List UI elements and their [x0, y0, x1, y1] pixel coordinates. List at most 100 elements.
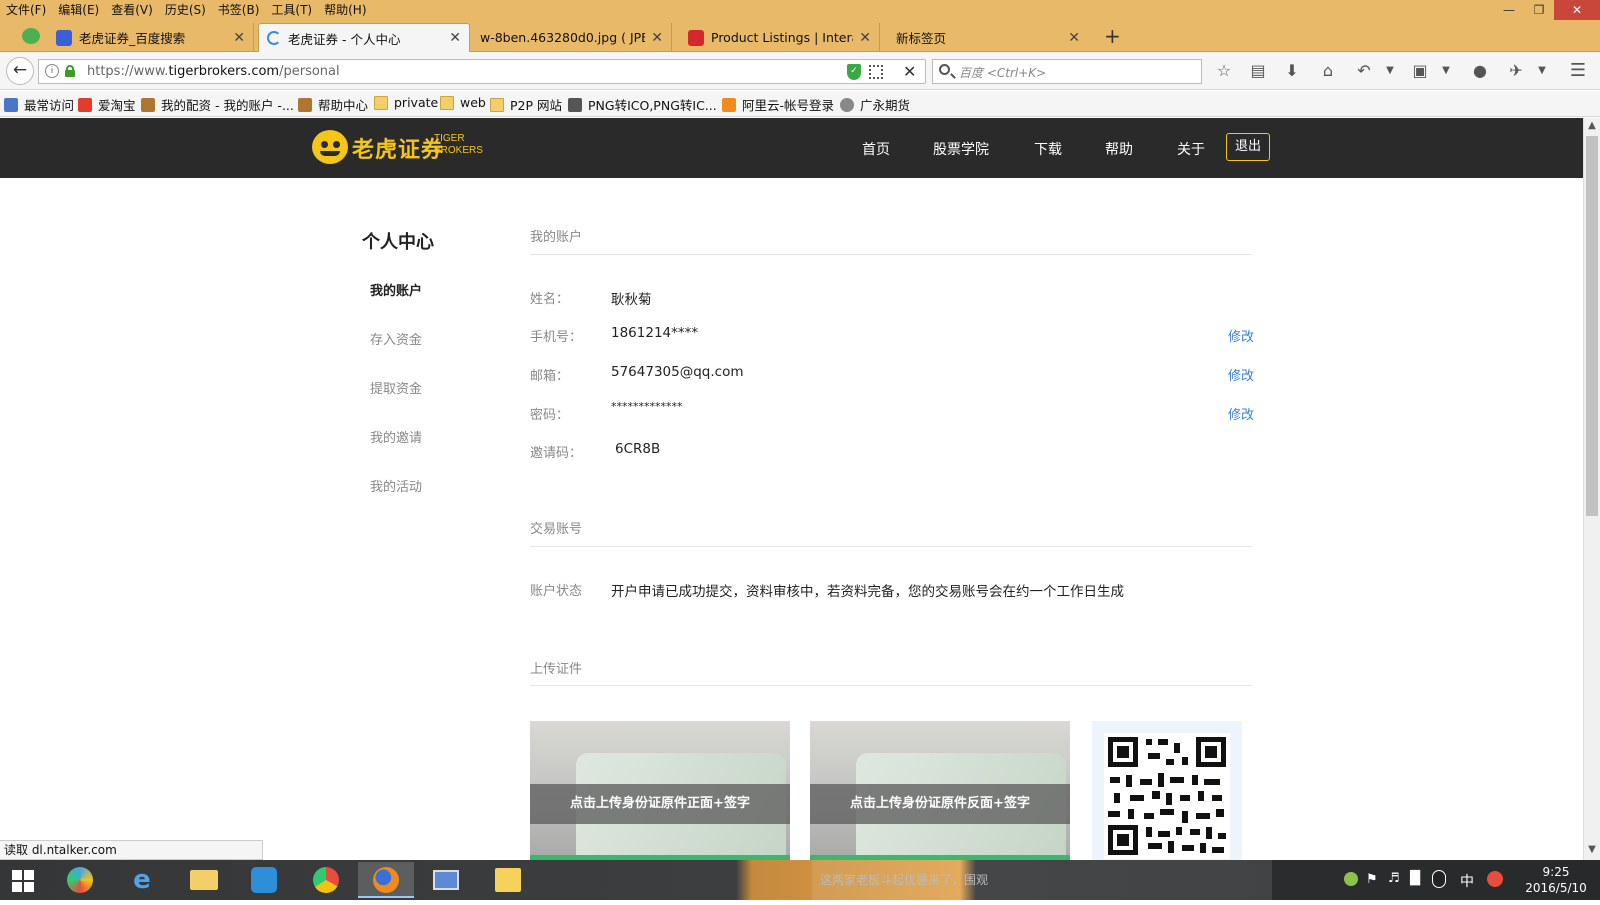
back-arrow-icon[interactable]: ←: [6, 57, 34, 85]
windows-start-icon[interactable]: [12, 870, 34, 892]
hamburger-menu-icon[interactable]: ☰: [1568, 61, 1588, 81]
bookmark-help-center[interactable]: 帮助中心: [298, 95, 368, 114]
crop-icon[interactable]: ▣: [1410, 61, 1430, 81]
tab-product-listings[interactable]: Product Listings | Intera… ✕: [680, 23, 880, 52]
tab-baidu-search[interactable]: 老虎证券_百度搜索 ✕: [48, 23, 254, 52]
close-window-icon[interactable]: ✕: [1554, 0, 1600, 20]
tray-news-ticker[interactable]: 这两家老板斗起优惠来了，围观: [812, 860, 1272, 900]
menu-tools[interactable]: 工具(T): [265, 0, 318, 20]
tab-w8ben-image[interactable]: w-8ben.463280d0.jpg ( JPE… ✕: [472, 23, 672, 52]
nav-home[interactable]: 首页: [862, 139, 890, 159]
sidebar-title: 个人中心: [362, 232, 434, 253]
bookmark-folder-private[interactable]: private: [374, 95, 438, 110]
minimize-icon[interactable]: —: [1494, 0, 1524, 20]
download-icon[interactable]: ⬇: [1282, 61, 1302, 81]
qr-code-icon[interactable]: [869, 65, 883, 79]
close-tab-icon[interactable]: ✕: [449, 30, 461, 46]
url-text[interactable]: https://www.tigerbrokers.com/personal: [87, 64, 340, 79]
file-explorer-icon[interactable]: [176, 862, 232, 898]
logo-text[interactable]: 老虎证券: [352, 132, 444, 164]
info-icon[interactable]: i: [45, 64, 59, 78]
bookmark-folder-p2p[interactable]: P2P 网站: [490, 95, 562, 114]
field-value-phone: 1861214****: [611, 325, 699, 341]
sidebar-item-invitations[interactable]: 我的邀请: [370, 427, 422, 446]
extension-icon[interactable]: ✈: [1506, 61, 1526, 81]
undo-icon[interactable]: ↶: [1354, 61, 1374, 81]
bookmark-peizi[interactable]: 我的配资 - 我的账户 -...: [141, 95, 294, 114]
menu-view[interactable]: 查看(V): [105, 0, 159, 20]
scrollbar-thumb[interactable]: [1586, 136, 1598, 516]
menu-help[interactable]: 帮助(H): [318, 0, 372, 20]
close-tab-icon[interactable]: ✕: [1068, 30, 1080, 46]
nav-help[interactable]: 帮助: [1105, 139, 1133, 159]
nav-about[interactable]: 关于: [1177, 139, 1205, 159]
menu-history[interactable]: 历史(S): [159, 0, 212, 20]
chat-icon[interactable]: ●: [1470, 61, 1490, 81]
bookmark-folder-web[interactable]: web: [440, 95, 486, 110]
firefox-icon[interactable]: [358, 862, 414, 898]
url-bar[interactable]: i https://www.tigerbrokers.com/personal …: [38, 59, 926, 84]
sidebar-item-activities[interactable]: 我的活动: [370, 476, 422, 495]
new-tab-plus-icon[interactable]: +: [1104, 24, 1121, 48]
notes-app-icon[interactable]: [480, 862, 536, 898]
edit-email-link[interactable]: 修改: [1228, 365, 1254, 384]
chrome-icon[interactable]: [298, 862, 354, 898]
sidebar-item-my-account[interactable]: 我的账户: [370, 280, 422, 299]
upload-id-back[interactable]: 点击上传身份证原件反面+签字: [810, 721, 1070, 860]
pinwheel-app-icon[interactable]: [52, 862, 108, 898]
scroll-down-icon[interactable]: ▼: [1584, 844, 1600, 855]
close-tab-icon[interactable]: ✕: [859, 30, 871, 46]
chevron-down-icon[interactable]: ▼: [1532, 61, 1552, 81]
tray-plus-icon[interactable]: [1344, 872, 1358, 886]
bookmark-most-visited[interactable]: 最常访问: [4, 95, 74, 114]
tab-new-tab[interactable]: 新标签页 ✕: [888, 23, 1088, 52]
menu-bookmarks[interactable]: 书签(B): [212, 0, 266, 20]
chevron-down-icon[interactable]: ▼: [1436, 61, 1456, 81]
flag-icon[interactable]: ⚑: [1366, 872, 1378, 887]
edit-phone-link[interactable]: 修改: [1228, 326, 1254, 345]
home-icon[interactable]: ⌂: [1318, 61, 1338, 81]
menu-edit[interactable]: 编辑(E): [52, 0, 105, 20]
chevron-down-icon[interactable]: ▼: [1380, 61, 1400, 81]
close-tab-icon[interactable]: ✕: [651, 30, 663, 46]
shield-check-icon[interactable]: ✓: [847, 64, 861, 80]
restore-icon[interactable]: ❐: [1524, 0, 1554, 20]
tab-title: 老虎证券 - 个人中心: [288, 31, 401, 47]
bookmark-png-ico[interactable]: PNG转ICO,PNG转IC...: [568, 95, 717, 114]
edit-password-link[interactable]: 修改: [1228, 404, 1254, 423]
star-bookmark-icon[interactable]: ☆: [1214, 61, 1234, 81]
volume-muted-icon[interactable]: ♬: [1388, 871, 1400, 886]
search-input[interactable]: 百度 <Ctrl+K>: [932, 59, 1202, 84]
upload-id-front[interactable]: 点击上传身份证原件正面+签字: [530, 721, 790, 860]
taobao-icon: [78, 97, 92, 112]
network-icon[interactable]: █: [1410, 871, 1420, 886]
tiger-logo-icon[interactable]: [312, 130, 348, 164]
menu-file[interactable]: 文件(F): [0, 0, 52, 20]
reading-list-icon[interactable]: ▤: [1248, 61, 1268, 81]
taskbar-clock[interactable]: 9:25 2016/5/10: [1516, 864, 1596, 896]
bookmark-aliyun[interactable]: 阿里云-帐号登录: [722, 95, 834, 114]
tab-personal-center[interactable]: 老虎证券 - 个人中心 ✕: [258, 23, 470, 52]
tab-group-icon[interactable]: [22, 28, 40, 44]
logout-button[interactable]: 退出: [1226, 133, 1270, 161]
divider: [530, 254, 1252, 255]
close-tab-icon[interactable]: ✕: [233, 30, 245, 46]
sogou-ime-icon[interactable]: [1487, 871, 1503, 887]
nav-stock-academy[interactable]: 股票学院: [933, 139, 989, 159]
input-method-indicator[interactable]: 中: [1460, 871, 1474, 891]
lock-icon[interactable]: [65, 65, 75, 77]
nav-download[interactable]: 下载: [1034, 139, 1062, 159]
bookmark-taobao[interactable]: 爱淘宝: [78, 95, 136, 114]
sogou-app-icon[interactable]: [236, 862, 292, 898]
sidebar-item-withdraw[interactable]: 提取资金: [370, 378, 422, 397]
qq-icon[interactable]: [1432, 870, 1446, 888]
sidebar-item-deposit[interactable]: 存入资金: [370, 329, 422, 348]
section-title-upload: 上传证件: [530, 662, 583, 677]
internet-explorer-icon[interactable]: e: [114, 862, 170, 898]
page-scrollbar[interactable]: ▲ ▼: [1583, 118, 1600, 860]
stop-loading-icon[interactable]: ✕: [903, 62, 916, 81]
scroll-up-icon[interactable]: ▲: [1584, 120, 1600, 131]
logo-en-line: TIGER: [434, 133, 465, 144]
remote-desktop-icon[interactable]: [418, 862, 474, 898]
bookmark-guangyong[interactable]: 广永期货: [840, 95, 910, 114]
